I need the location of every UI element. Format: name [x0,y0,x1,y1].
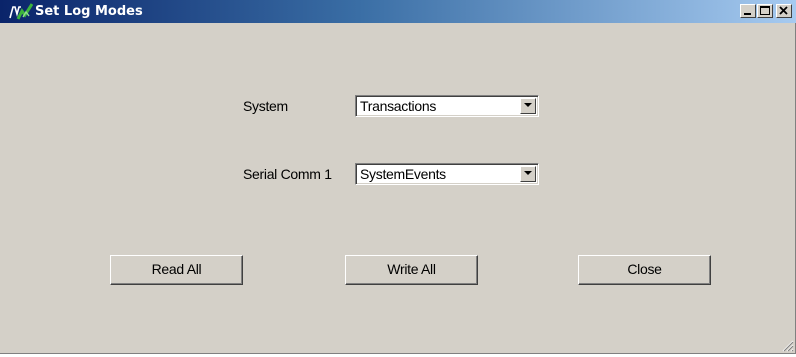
serial-comm-1-dropdown-button[interactable] [520,166,536,182]
serial-comm-1-label: Serial Comm 1 [243,166,332,182]
read-all-button[interactable]: Read All [110,255,243,285]
chevron-down-icon [524,171,532,175]
close-icon [779,6,788,15]
close-window-button[interactable] [776,4,792,18]
system-dropdown-button[interactable] [520,98,536,114]
maximize-button[interactable] [757,4,773,18]
system-label: System [243,98,288,114]
set-log-modes-window: Set Log Modes System Transactions Serial… [0,0,796,354]
close-button[interactable]: Close [578,255,711,285]
window-title: Set Log Modes [35,4,143,19]
serial-comm-1-select-value: SystemEvents [360,166,446,182]
chevron-down-icon [524,103,532,107]
minimize-button[interactable] [740,4,756,18]
system-select[interactable]: Transactions [355,95,539,117]
title-bar[interactable]: Set Log Modes [0,0,796,23]
resize-grip-icon[interactable] [780,338,794,352]
minimize-icon [744,13,751,15]
system-select-value: Transactions [360,98,437,114]
app-logo-icon [9,3,34,20]
serial-comm-1-select[interactable]: SystemEvents [355,163,539,185]
write-all-button[interactable]: Write All [345,255,478,285]
maximize-icon [760,6,770,15]
